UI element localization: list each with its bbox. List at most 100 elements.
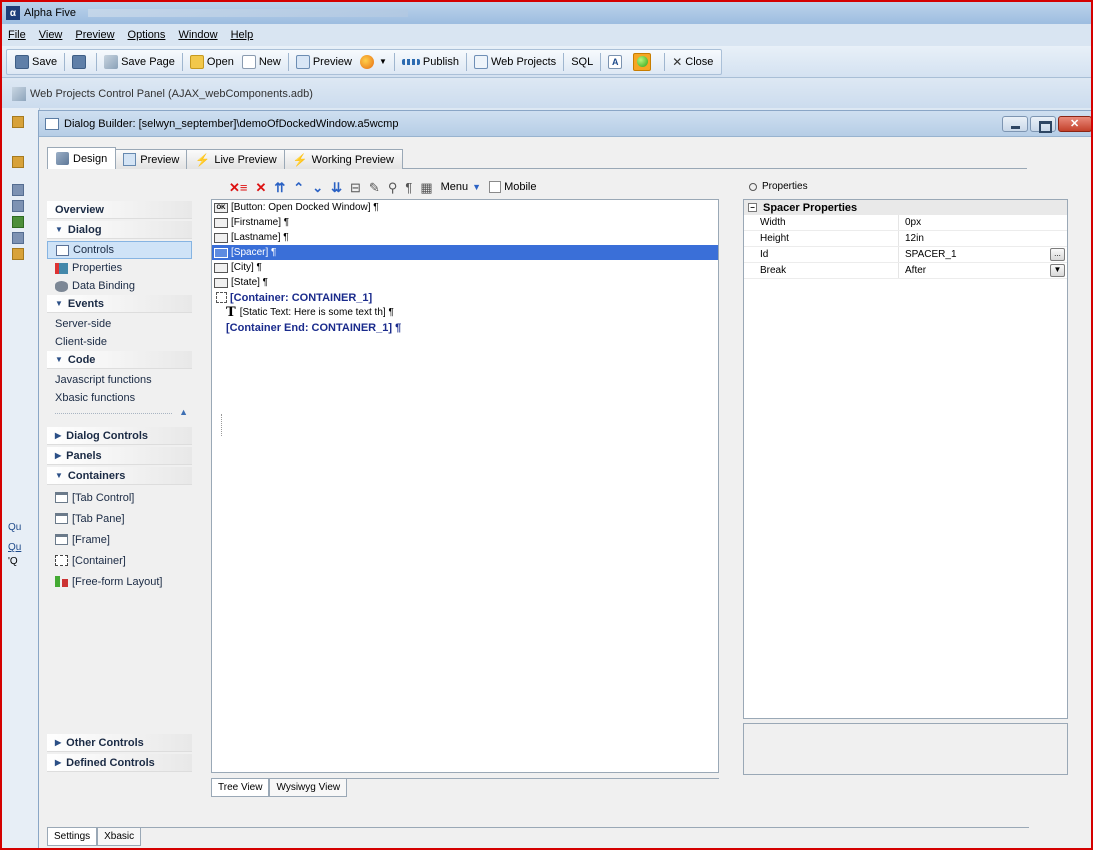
minimize-icon[interactable]	[1002, 116, 1028, 132]
tree-row[interactable]: [State] ¶	[212, 275, 718, 290]
nav-defined-controls[interactable]: ▶ Defined Controls	[47, 754, 192, 772]
menu-view[interactable]: View	[39, 29, 63, 41]
menu-dropdown[interactable]: Menu	[441, 181, 469, 193]
ellipsis-button[interactable]: ...	[1050, 248, 1065, 261]
tab-working-preview[interactable]: ⚡ Working Preview	[283, 149, 403, 169]
find-icon[interactable]: ⚲	[388, 181, 398, 194]
status-button[interactable]	[629, 51, 661, 73]
font-button[interactable]: A	[604, 51, 629, 73]
nav-data-binding[interactable]: Data Binding	[47, 277, 192, 295]
web-projects-panel-icon	[12, 87, 26, 101]
tree-row-container-end[interactable]: [Container End: CONTAINER_1] ¶	[212, 320, 718, 335]
publish-label: Publish	[422, 55, 459, 68]
pilcrow-icon[interactable]: ¶	[405, 181, 412, 194]
property-value-id[interactable]: SPACER_1 ...	[899, 247, 1067, 262]
nav-frame[interactable]: [Frame]	[47, 529, 192, 550]
nav-controls[interactable]: Controls	[47, 241, 192, 259]
menu-window[interactable]: Window	[178, 29, 217, 41]
nav-other-controls[interactable]: ▶ Other Controls	[47, 734, 192, 752]
property-value[interactable]: 12in	[899, 231, 1067, 246]
nav-overview[interactable]: Overview	[47, 201, 192, 219]
maximize-icon[interactable]	[1030, 116, 1056, 133]
move-down-icon[interactable]: ⌄	[312, 181, 323, 194]
save-as-icon	[72, 54, 87, 69]
menu-options[interactable]: Options	[128, 29, 166, 41]
dropdown-arrow-icon[interactable]: ▼	[1050, 264, 1065, 277]
collapse-up-icon[interactable]	[47, 407, 192, 421]
delete-icon[interactable]: ✕	[255, 181, 266, 194]
save-page-button[interactable]: Save Page	[100, 51, 179, 73]
property-row[interactable]: Width 0px	[744, 215, 1067, 231]
mobile-checkbox[interactable]	[489, 181, 502, 193]
side-strip-label[interactable]: Qu	[8, 522, 21, 533]
move-up-icon[interactable]: ⌃	[293, 181, 304, 194]
nav-client-side[interactable]: Client-side	[47, 333, 192, 351]
collapse-icon[interactable]: −	[748, 203, 757, 212]
publish-button[interactable]: Publish	[398, 51, 463, 73]
move-top-icon[interactable]: ⇈	[274, 181, 285, 194]
preview-button[interactable]: Preview	[292, 51, 356, 73]
nav-properties[interactable]: Properties	[47, 259, 192, 277]
nav-dialog-section[interactable]: ▼ Dialog	[47, 221, 192, 239]
nav-free-form-layout[interactable]: [Free-form Layout]	[47, 571, 192, 592]
new-file-icon	[241, 54, 256, 69]
sql-button[interactable]: SQL	[567, 51, 597, 73]
nav-dialog-controls[interactable]: ▶ Dialog Controls	[47, 427, 192, 445]
wand-icon[interactable]: ✎	[369, 181, 380, 194]
delete-all-icon[interactable]: ✕≡	[229, 181, 247, 194]
nav-code-section[interactable]: ▼ Code	[47, 351, 192, 369]
tree-row[interactable]: OK [Button: Open Docked Window] ¶	[212, 200, 718, 215]
tree-row-container[interactable]: [Container: CONTAINER_1]	[212, 290, 718, 305]
dropdown-arrow-icon[interactable]: ▼	[379, 57, 387, 66]
nav-tab-control[interactable]: [Tab Control]	[47, 487, 192, 508]
nav-containers-label: Containers	[67, 469, 126, 482]
nav-server-side[interactable]: Server-side	[47, 315, 192, 333]
tree-row[interactable]: [Lastname] ¶	[212, 230, 718, 245]
menu-dropdown-arrow-icon[interactable]: ▼	[472, 182, 481, 192]
new-button[interactable]: New	[238, 51, 285, 73]
tab-design[interactable]: Design	[47, 147, 117, 169]
property-row[interactable]: Break After ▼	[744, 263, 1067, 279]
tab-xbasic[interactable]: Xbasic	[97, 828, 142, 846]
nav-panels[interactable]: ▶ Panels	[47, 447, 192, 465]
menu-help[interactable]: Help	[231, 29, 254, 41]
tree-row[interactable]: [Firstname] ¶	[212, 215, 718, 230]
tree-row-label: [Container: CONTAINER_1]	[230, 291, 373, 304]
tab-tree-view[interactable]: Tree View	[211, 779, 270, 797]
properties-section[interactable]: − Spacer Properties	[744, 200, 1067, 215]
save-button[interactable]: Save	[11, 51, 61, 73]
move-bottom-icon[interactable]: ⇊	[331, 181, 342, 194]
close-button[interactable]: ✕ Close	[668, 51, 717, 73]
web-projects-button[interactable]: Web Projects	[470, 51, 560, 73]
close-window-icon[interactable]	[1058, 116, 1091, 132]
side-strip-label[interactable]: Qu	[8, 542, 21, 553]
property-value[interactable]: 0px	[899, 215, 1067, 230]
side-strip-label: 'Q	[8, 556, 18, 567]
menu-file[interactable]: File	[8, 29, 26, 41]
property-row[interactable]: Id SPACER_1 ...	[744, 247, 1067, 263]
tree-row[interactable]: T [Static Text: Here is some text th] ¶	[212, 305, 718, 320]
property-row[interactable]: Height 12in	[744, 231, 1067, 247]
browser-preview-button[interactable]: ▼	[356, 51, 391, 73]
tab-settings[interactable]: Settings	[47, 828, 98, 846]
nav-container[interactable]: [Container]	[47, 550, 192, 571]
nav-javascript-functions[interactable]: Javascript functions	[47, 371, 192, 389]
grid-icon[interactable]: ▦	[420, 181, 432, 194]
nav-xbasic-functions[interactable]: Xbasic functions	[47, 389, 192, 407]
indent-icon[interactable]: ⊟	[350, 181, 361, 194]
list-icon	[12, 184, 24, 196]
menu-preview[interactable]: Preview	[75, 29, 114, 41]
tree-row-selected[interactable]: [Spacer] ¶	[212, 245, 718, 260]
tab-preview[interactable]: Preview	[114, 149, 189, 169]
nav-events-section[interactable]: ▼ Events	[47, 295, 192, 313]
tab-wysiwyg-view[interactable]: Wysiwyg View	[269, 779, 348, 797]
save-as-button[interactable]	[68, 51, 93, 73]
nav-containers-section[interactable]: ▼ Containers	[47, 467, 192, 485]
nav-other-controls-label: Other Controls	[66, 736, 144, 749]
open-button[interactable]: Open	[186, 51, 238, 73]
property-value-break[interactable]: After ▼	[899, 263, 1067, 278]
tree-row[interactable]: [City] ¶	[212, 260, 718, 275]
builder-tabs: Design Preview ⚡ Live Preview ⚡ Working …	[47, 147, 403, 169]
tab-live-preview[interactable]: ⚡ Live Preview	[186, 149, 286, 169]
nav-tab-pane[interactable]: [Tab Pane]	[47, 508, 192, 529]
